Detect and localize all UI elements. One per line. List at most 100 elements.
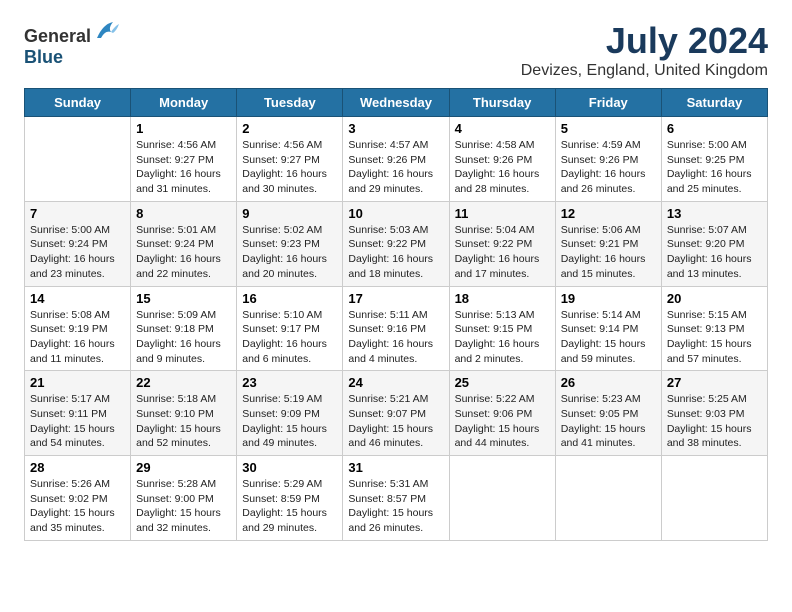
- calendar-cell: 13 Sunrise: 5:07 AMSunset: 9:20 PMDaylig…: [661, 201, 767, 286]
- date-number: 23: [242, 375, 337, 390]
- calendar-week-1: 1 Sunrise: 4:56 AMSunset: 9:27 PMDayligh…: [25, 117, 768, 202]
- calendar-cell: 19 Sunrise: 5:14 AMSunset: 9:14 PMDaylig…: [555, 286, 661, 371]
- cell-info: Sunrise: 5:00 AMSunset: 9:24 PMDaylight:…: [30, 224, 115, 280]
- calendar-table: Sunday Monday Tuesday Wednesday Thursday…: [24, 88, 768, 541]
- calendar-cell: 20 Sunrise: 5:15 AMSunset: 9:13 PMDaylig…: [661, 286, 767, 371]
- date-number: 1: [136, 121, 231, 136]
- calendar-cell: 25 Sunrise: 5:22 AMSunset: 9:06 PMDaylig…: [449, 371, 555, 456]
- calendar-cell: 2 Sunrise: 4:56 AMSunset: 9:27 PMDayligh…: [237, 117, 343, 202]
- cell-info: Sunrise: 5:09 AMSunset: 9:18 PMDaylight:…: [136, 309, 221, 365]
- cell-info: Sunrise: 5:15 AMSunset: 9:13 PMDaylight:…: [667, 309, 752, 365]
- cell-info: Sunrise: 4:58 AMSunset: 9:26 PMDaylight:…: [455, 139, 540, 195]
- cell-info: Sunrise: 5:03 AMSunset: 9:22 PMDaylight:…: [348, 224, 433, 280]
- cell-info: Sunrise: 5:00 AMSunset: 9:25 PMDaylight:…: [667, 139, 752, 195]
- date-number: 11: [455, 206, 550, 221]
- date-number: 27: [667, 375, 762, 390]
- calendar-cell: 29 Sunrise: 5:28 AMSunset: 9:00 PMDaylig…: [131, 456, 237, 541]
- calendar-cell: 6 Sunrise: 5:00 AMSunset: 9:25 PMDayligh…: [661, 117, 767, 202]
- header-tuesday: Tuesday: [237, 89, 343, 117]
- header-sunday: Sunday: [25, 89, 131, 117]
- calendar-cell: 16 Sunrise: 5:10 AMSunset: 9:17 PMDaylig…: [237, 286, 343, 371]
- cell-info: Sunrise: 5:11 AMSunset: 9:16 PMDaylight:…: [348, 309, 433, 365]
- date-number: 28: [30, 460, 125, 475]
- calendar-cell: [661, 456, 767, 541]
- cell-info: Sunrise: 5:06 AMSunset: 9:21 PMDaylight:…: [561, 224, 646, 280]
- cell-info: Sunrise: 5:02 AMSunset: 9:23 PMDaylight:…: [242, 224, 327, 280]
- header-monday: Monday: [131, 89, 237, 117]
- logo-bird-icon: [93, 20, 121, 42]
- cell-info: Sunrise: 5:19 AMSunset: 9:09 PMDaylight:…: [242, 393, 327, 449]
- calendar-cell: [555, 456, 661, 541]
- cell-info: Sunrise: 5:17 AMSunset: 9:11 PMDaylight:…: [30, 393, 115, 449]
- calendar-cell: 5 Sunrise: 4:59 AMSunset: 9:26 PMDayligh…: [555, 117, 661, 202]
- cell-info: Sunrise: 5:23 AMSunset: 9:05 PMDaylight:…: [561, 393, 646, 449]
- calendar-cell: [449, 456, 555, 541]
- cell-info: Sunrise: 5:07 AMSunset: 9:20 PMDaylight:…: [667, 224, 752, 280]
- date-number: 4: [455, 121, 550, 136]
- cell-info: Sunrise: 4:56 AMSunset: 9:27 PMDaylight:…: [242, 139, 327, 195]
- header-thursday: Thursday: [449, 89, 555, 117]
- date-number: 22: [136, 375, 231, 390]
- calendar-cell: 1 Sunrise: 4:56 AMSunset: 9:27 PMDayligh…: [131, 117, 237, 202]
- header-wednesday: Wednesday: [343, 89, 449, 117]
- calendar-cell: 12 Sunrise: 5:06 AMSunset: 9:21 PMDaylig…: [555, 201, 661, 286]
- calendar-cell: 26 Sunrise: 5:23 AMSunset: 9:05 PMDaylig…: [555, 371, 661, 456]
- date-number: 24: [348, 375, 443, 390]
- calendar-cell: 15 Sunrise: 5:09 AMSunset: 9:18 PMDaylig…: [131, 286, 237, 371]
- calendar-cell: 28 Sunrise: 5:26 AMSunset: 9:02 PMDaylig…: [25, 456, 131, 541]
- logo-general: General: [24, 26, 91, 46]
- calendar-cell: 8 Sunrise: 5:01 AMSunset: 9:24 PMDayligh…: [131, 201, 237, 286]
- date-number: 8: [136, 206, 231, 221]
- title-area: July 2024 Devizes, England, United Kingd…: [521, 20, 768, 80]
- date-number: 29: [136, 460, 231, 475]
- cell-info: Sunrise: 5:28 AMSunset: 9:00 PMDaylight:…: [136, 478, 221, 534]
- date-number: 18: [455, 291, 550, 306]
- main-title: July 2024: [521, 20, 768, 62]
- cell-info: Sunrise: 5:10 AMSunset: 9:17 PMDaylight:…: [242, 309, 327, 365]
- cell-info: Sunrise: 5:13 AMSunset: 9:15 PMDaylight:…: [455, 309, 540, 365]
- calendar-week-3: 14 Sunrise: 5:08 AMSunset: 9:19 PMDaylig…: [25, 286, 768, 371]
- date-number: 6: [667, 121, 762, 136]
- date-number: 25: [455, 375, 550, 390]
- calendar-cell: 23 Sunrise: 5:19 AMSunset: 9:09 PMDaylig…: [237, 371, 343, 456]
- date-number: 3: [348, 121, 443, 136]
- calendar-cell: 24 Sunrise: 5:21 AMSunset: 9:07 PMDaylig…: [343, 371, 449, 456]
- date-number: 19: [561, 291, 656, 306]
- calendar-cell: [25, 117, 131, 202]
- calendar-cell: 11 Sunrise: 5:04 AMSunset: 9:22 PMDaylig…: [449, 201, 555, 286]
- cell-info: Sunrise: 5:25 AMSunset: 9:03 PMDaylight:…: [667, 393, 752, 449]
- header-friday: Friday: [555, 89, 661, 117]
- calendar-cell: 31 Sunrise: 5:31 AMSunset: 8:57 PMDaylig…: [343, 456, 449, 541]
- date-number: 26: [561, 375, 656, 390]
- date-number: 10: [348, 206, 443, 221]
- date-number: 7: [30, 206, 125, 221]
- cell-info: Sunrise: 4:56 AMSunset: 9:27 PMDaylight:…: [136, 139, 221, 195]
- calendar-week-2: 7 Sunrise: 5:00 AMSunset: 9:24 PMDayligh…: [25, 201, 768, 286]
- header-saturday: Saturday: [661, 89, 767, 117]
- date-number: 17: [348, 291, 443, 306]
- subtitle: Devizes, England, United Kingdom: [521, 62, 768, 80]
- date-number: 12: [561, 206, 656, 221]
- date-number: 16: [242, 291, 337, 306]
- date-number: 13: [667, 206, 762, 221]
- cell-info: Sunrise: 5:31 AMSunset: 8:57 PMDaylight:…: [348, 478, 433, 534]
- calendar-cell: 17 Sunrise: 5:11 AMSunset: 9:16 PMDaylig…: [343, 286, 449, 371]
- cell-info: Sunrise: 4:57 AMSunset: 9:26 PMDaylight:…: [348, 139, 433, 195]
- date-number: 2: [242, 121, 337, 136]
- cell-info: Sunrise: 5:08 AMSunset: 9:19 PMDaylight:…: [30, 309, 115, 365]
- cell-info: Sunrise: 5:01 AMSunset: 9:24 PMDaylight:…: [136, 224, 221, 280]
- cell-info: Sunrise: 5:26 AMSunset: 9:02 PMDaylight:…: [30, 478, 115, 534]
- calendar-cell: 14 Sunrise: 5:08 AMSunset: 9:19 PMDaylig…: [25, 286, 131, 371]
- calendar-cell: 27 Sunrise: 5:25 AMSunset: 9:03 PMDaylig…: [661, 371, 767, 456]
- cell-info: Sunrise: 5:29 AMSunset: 8:59 PMDaylight:…: [242, 478, 327, 534]
- calendar-cell: 7 Sunrise: 5:00 AMSunset: 9:24 PMDayligh…: [25, 201, 131, 286]
- calendar-cell: 10 Sunrise: 5:03 AMSunset: 9:22 PMDaylig…: [343, 201, 449, 286]
- calendar-cell: 9 Sunrise: 5:02 AMSunset: 9:23 PMDayligh…: [237, 201, 343, 286]
- calendar-cell: 30 Sunrise: 5:29 AMSunset: 8:59 PMDaylig…: [237, 456, 343, 541]
- calendar-cell: 3 Sunrise: 4:57 AMSunset: 9:26 PMDayligh…: [343, 117, 449, 202]
- date-number: 21: [30, 375, 125, 390]
- calendar-cell: 4 Sunrise: 4:58 AMSunset: 9:26 PMDayligh…: [449, 117, 555, 202]
- cell-info: Sunrise: 5:18 AMSunset: 9:10 PMDaylight:…: [136, 393, 221, 449]
- date-number: 5: [561, 121, 656, 136]
- calendar-cell: 22 Sunrise: 5:18 AMSunset: 9:10 PMDaylig…: [131, 371, 237, 456]
